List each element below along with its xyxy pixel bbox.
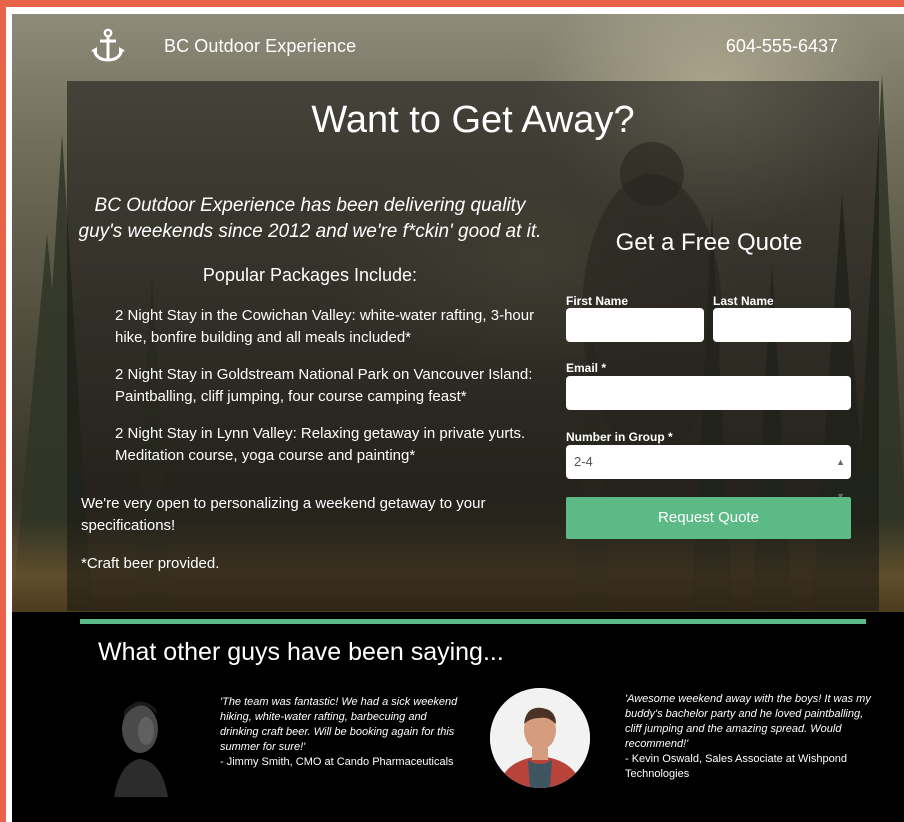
anchor-icon[interactable] (90, 28, 126, 64)
page-frame: BC Outdoor Experience 604-555-6437 Want … (0, 0, 904, 822)
avatar (102, 687, 182, 797)
packages-heading: Popular Packages Include: (202, 265, 418, 285)
testimonial-text: 'The team was fantastic! We had a sick w… (220, 696, 458, 753)
testimonial-author: - Kevin Oswald, Sales Associate at Wishp… (625, 753, 847, 780)
section-divider (80, 619, 866, 624)
package-item: 2 Night Stay in Lynn Valley: Relaxing ge… (115, 425, 526, 464)
testimonial-author: - Jimmy Smith, CMO at Cando Pharmaceutic… (220, 756, 454, 768)
page-title: Want to Get Away? (311, 99, 635, 141)
last-name-label: Last Name (713, 294, 774, 308)
first-name-label: First Name (566, 294, 629, 308)
person-illustration (490, 688, 590, 788)
personalize-text: We're very open to personalizing a weeke… (81, 495, 486, 534)
group-select-value: 2-4 (574, 454, 593, 469)
packages-list: 2 Night Stay in the Cowichan Valley: whi… (115, 305, 535, 482)
package-item: 2 Night Stay in Goldstream National Park… (115, 366, 533, 405)
phone-number[interactable]: 604-555-6437 (726, 36, 838, 57)
package-item: 2 Night Stay in the Cowichan Valley: whi… (115, 307, 535, 346)
first-name-field[interactable] (566, 308, 704, 342)
intro-text: BC Outdoor Experience has been deliverin… (78, 195, 542, 242)
craft-beer-note: *Craft beer provided. (81, 555, 220, 572)
email-label: Email * (566, 361, 607, 375)
testimonial-text: 'Awesome weekend away with the boys! It … (625, 693, 871, 750)
testimonial-quote: 'Awesome weekend away with the boys! It … (625, 692, 875, 782)
request-quote-button[interactable]: Request Quote (566, 497, 851, 539)
testimonials-heading: What other guys have been saying... (98, 638, 504, 666)
quote-form-title: Get a Free Quote (615, 229, 803, 256)
brand-name[interactable]: BC Outdoor Experience (164, 36, 356, 57)
testimonial-quote: 'The team was fantastic! We had a sick w… (220, 695, 460, 770)
group-select[interactable]: 2-4 ▲ ▼ (566, 445, 851, 501)
top-bar: BC Outdoor Experience 604-555-6437 (12, 14, 904, 80)
avatar (490, 688, 590, 788)
hero-panel: Want to Get Away? BC Outdoor Experience … (67, 81, 879, 611)
last-name-field[interactable] (713, 308, 851, 342)
testimonials-section: What other guys have been saying... 'The… (12, 612, 904, 822)
group-label: Number in Group * (566, 430, 673, 444)
email-field[interactable] (566, 376, 851, 410)
